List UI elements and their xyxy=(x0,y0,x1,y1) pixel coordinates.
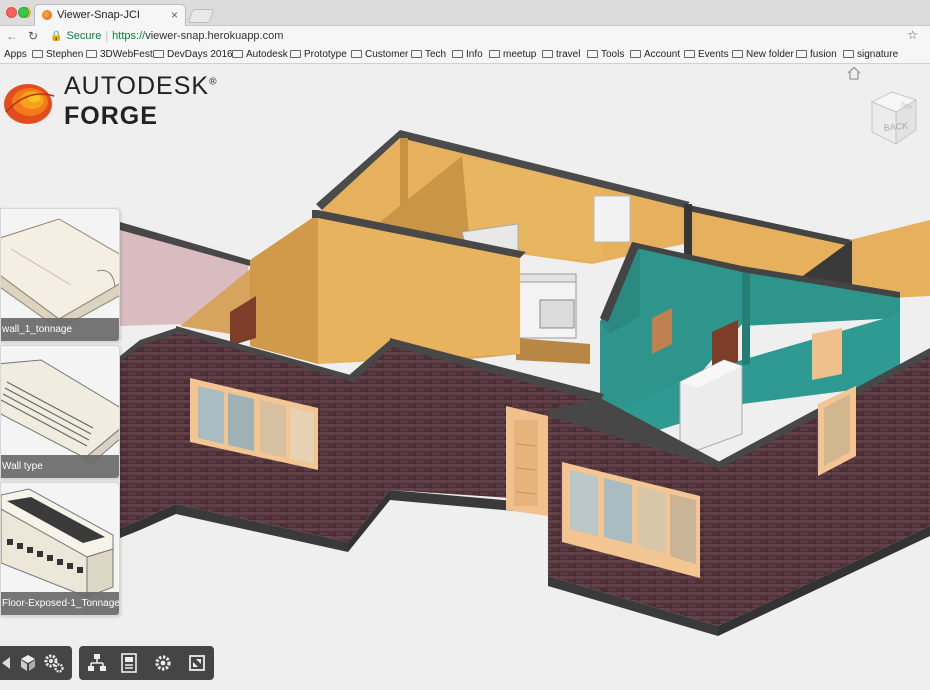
registered-mark: ® xyxy=(209,76,218,88)
bookmark-label: Customer xyxy=(365,49,409,60)
tab-title: Viewer-Snap-JCI xyxy=(57,9,140,21)
folder-icon xyxy=(796,50,807,58)
thumbnail-caption: Wall type xyxy=(1,455,119,478)
fullscreen-icon[interactable] xyxy=(185,651,209,675)
logo-wordmark-autodesk: AUTODESK® xyxy=(64,72,217,101)
bookmark-label: Info xyxy=(466,49,483,60)
bookmark-folder[interactable]: fusion xyxy=(796,49,837,60)
thumbnail-caption: Floor-Exposed-1_Tonnage xyxy=(1,592,119,615)
bookmark-folder[interactable]: travel xyxy=(542,49,580,60)
bookmark-folder[interactable]: Tools xyxy=(587,49,624,60)
secure-label: Secure xyxy=(66,30,102,42)
bookmark-folder[interactable]: Account xyxy=(630,49,680,60)
bookmark-folder[interactable]: New folder xyxy=(732,49,794,60)
bookmark-folder[interactable]: DevDays 2016 xyxy=(153,49,233,60)
bookmark-label: signature xyxy=(857,49,899,60)
bookmark-label: Tools xyxy=(601,49,625,60)
favicon-icon xyxy=(42,10,52,20)
reload-icon[interactable]: ↻ xyxy=(28,29,38,43)
tab-close-icon[interactable]: × xyxy=(171,8,178,22)
new-tab-button[interactable] xyxy=(187,9,215,23)
url-host: viewer-snap.herokuapp.com xyxy=(145,30,284,42)
bookmark-folder[interactable]: 3DWebFest xyxy=(86,49,153,60)
folder-icon xyxy=(351,50,362,58)
folder-icon xyxy=(452,50,463,58)
building-model[interactable] xyxy=(0,64,930,690)
folder-icon xyxy=(153,50,164,58)
folder-icon xyxy=(32,50,43,58)
folder-icon xyxy=(843,50,854,58)
logo-line1: AUTODESK xyxy=(64,72,210,100)
bookmark-label: meetup xyxy=(503,49,537,60)
thumbnail-card[interactable]: wall_1_tonnage xyxy=(0,208,120,342)
arrow-left-icon[interactable]: ← xyxy=(6,29,18,43)
window-close-button[interactable] xyxy=(6,7,17,18)
bookmark-folder[interactable]: Stephen xyxy=(32,49,83,60)
folder-icon xyxy=(630,50,641,58)
bookmark-label: Prototype xyxy=(304,49,347,60)
lock-icon: 🔒 xyxy=(50,31,63,42)
window-zoom-button[interactable] xyxy=(18,7,29,18)
settings-gears-icon[interactable] xyxy=(42,651,66,675)
url-protocol: https:// xyxy=(112,30,146,42)
bookmark-label: Account xyxy=(644,49,681,60)
bookmark-folder[interactable]: meetup xyxy=(489,49,536,60)
folder-icon xyxy=(86,50,97,58)
bookmark-label: New folder xyxy=(746,49,794,60)
bookmark-label: fusion xyxy=(810,49,837,60)
bookmark-folder[interactable]: Customer xyxy=(351,49,408,60)
logo-wordmark-forge: FORGE xyxy=(64,102,158,130)
bookmark-label: Autodesk xyxy=(246,49,288,60)
bookmarks-bar: Apps Stephen 3DWebFest DevDays 2016 Auto… xyxy=(0,46,930,64)
folder-icon xyxy=(542,50,553,58)
front-door xyxy=(506,406,548,516)
folder-icon xyxy=(587,50,598,58)
folder-icon xyxy=(684,50,695,58)
thumbnail-card[interactable]: Floor-Exposed-1_Tonnage xyxy=(0,482,120,616)
apps-bookmark[interactable]: Apps xyxy=(4,49,27,60)
bookmark-folder[interactable]: Info xyxy=(452,49,483,60)
viewcube[interactable]: BACK TOP xyxy=(864,88,920,148)
bookmark-folder[interactable]: Events xyxy=(684,49,729,60)
folder-icon xyxy=(732,50,743,58)
home-icon[interactable] xyxy=(846,66,862,80)
thumbnail-card[interactable]: Wall type xyxy=(0,345,120,479)
bookmark-folder[interactable]: Prototype xyxy=(290,49,347,60)
bookmark-label: Stephen xyxy=(46,49,84,60)
url-field[interactable]: 🔒 Secure | https://viewer-snap.herokuapp.co… xyxy=(44,28,904,44)
folder-icon xyxy=(411,50,422,58)
exterior-brick-wall xyxy=(120,344,140,528)
apps-label: Apps xyxy=(4,49,27,60)
model-structure-icon[interactable] xyxy=(85,651,109,675)
gear-icon[interactable] xyxy=(151,651,175,675)
bookmark-folder[interactable]: Tech xyxy=(411,49,446,60)
browser-titlebar: Viewer-Snap-JCI × xyxy=(0,0,930,26)
viewer-toolbar-navigation xyxy=(0,646,72,680)
wall-cabinet xyxy=(593,195,631,243)
browser-tab[interactable]: Viewer-Snap-JCI × xyxy=(34,4,186,26)
viewer-toolbar-tools xyxy=(79,646,214,680)
folder-icon xyxy=(232,50,243,58)
autodesk-forge-logo xyxy=(4,84,55,124)
bookmark-folder[interactable]: signature xyxy=(843,49,898,60)
thumbnail-caption: wall_1_tonnage xyxy=(1,318,119,341)
bookmark-label: DevDays 2016 xyxy=(167,49,233,60)
bookmark-label: 3DWebFest xyxy=(100,49,153,60)
model-box-icon[interactable] xyxy=(16,651,40,675)
folder-icon xyxy=(489,50,500,58)
address-bar-row: ← ↻ 🔒 Secure | https://viewer-snap.herokuap… xyxy=(0,26,930,46)
bookmark-label: Events xyxy=(698,49,729,60)
bookmark-label: Tech xyxy=(425,49,447,60)
url-separator: | xyxy=(105,30,109,42)
bookmark-label: travel xyxy=(556,49,581,60)
forge-viewer-canvas[interactable]: AUTODESK® FORGE BACK TOP wall_1_tonnage xyxy=(0,64,930,690)
properties-icon[interactable] xyxy=(117,651,141,675)
star-icon[interactable]: ☆ xyxy=(907,28,918,42)
bookmark-folder[interactable]: Autodesk xyxy=(232,49,288,60)
folder-icon xyxy=(290,50,301,58)
